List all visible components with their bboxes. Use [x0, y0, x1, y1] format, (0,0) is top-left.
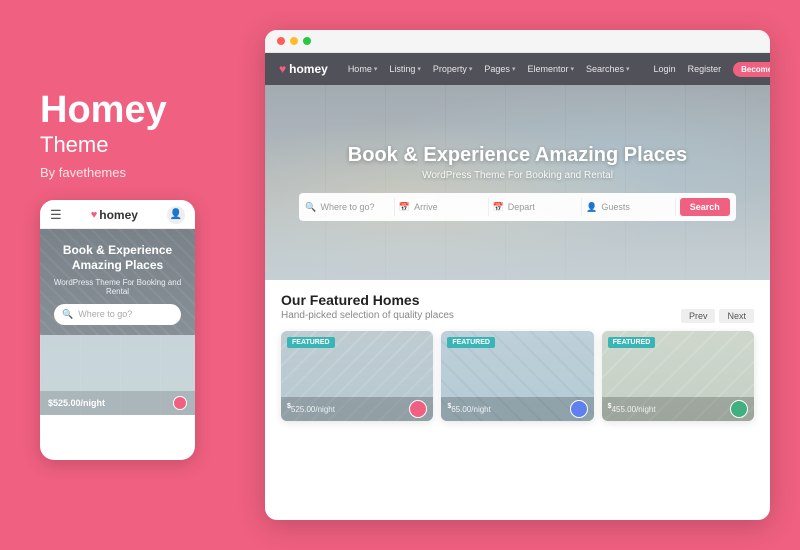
search-arrive-field[interactable]: 📅 Arrive: [399, 198, 489, 216]
featured-badge-2: FEATURED: [447, 337, 495, 348]
properties-row: Prev Next FEATURED $525.00/night: [281, 331, 754, 421]
nav-item-elementor[interactable]: Elementor ▾: [527, 64, 574, 74]
theme-sub: Theme: [40, 132, 240, 158]
search-arrive-placeholder: Arrive: [414, 202, 438, 212]
mobile-hero-sub: WordPress Theme For Booking and Rental: [50, 278, 185, 296]
property-image-1: FEATURED $525.00/night: [281, 331, 433, 421]
desktop-hero-sub: WordPress Theme For Booking and Rental: [422, 170, 613, 181]
desktop-hero: Book & Experience Amazing Places WordPre…: [265, 85, 770, 280]
mobile-logo: ♥ homey: [91, 208, 138, 222]
mobile-mockup: ☰ ♥ homey 👤 Book & Experience Amazing Pl…: [40, 200, 195, 460]
nav-item-searches[interactable]: Searches ▾: [586, 64, 630, 74]
mobile-search-placeholder: Where to go?: [78, 309, 132, 319]
property-price-2: $65.00/night: [447, 403, 491, 415]
nav-item-pages[interactable]: Pages ▾: [484, 64, 515, 74]
minimize-dot: [290, 37, 298, 45]
mobile-price: $525.00/night: [48, 398, 105, 408]
search-depart-placeholder: Depart: [508, 202, 535, 212]
property-card-1[interactable]: FEATURED $525.00/night: [281, 331, 433, 421]
search-guests-placeholder: Guests: [601, 202, 630, 212]
property-avatar-2: [570, 400, 588, 418]
search-icon: 🔍: [305, 202, 316, 213]
close-dot: [277, 37, 285, 45]
calendar-icon: 📅: [493, 202, 504, 213]
nav-item-login[interactable]: Login: [654, 64, 676, 74]
left-panel: Homey Theme By favethemes ☰ ♥ homey 👤 Bo…: [30, 90, 240, 459]
become-host-button[interactable]: Become a Host: [733, 62, 770, 77]
desktop-hero-content: Book & Experience Amazing Places WordPre…: [265, 85, 770, 280]
chevron-down-icon: ▾: [512, 65, 516, 73]
property-price-3: $455.00/night: [608, 403, 656, 415]
mobile-hero-title: Book & Experience Amazing Places: [50, 243, 185, 274]
mobile-user-icon: 👤: [167, 206, 185, 224]
mobile-avatar: [173, 396, 187, 410]
prev-button[interactable]: Prev: [681, 309, 716, 323]
featured-badge-3: FEATURED: [608, 337, 656, 348]
mobile-search-bar[interactable]: 🔍 Where to go?: [54, 304, 181, 325]
mobile-top-bar: ☰ ♥ homey 👤: [40, 200, 195, 229]
desktop-hero-title: Book & Experience Amazing Places: [348, 144, 687, 167]
section-title: Our Featured Homes: [281, 292, 754, 308]
property-price-bar-2: $65.00/night: [441, 397, 593, 421]
desktop-content: Our Featured Homes Hand-picked selection…: [265, 280, 770, 433]
chevron-down-icon: ▾: [374, 65, 378, 73]
user-icon: 👤: [586, 202, 597, 213]
mobile-property-strip: $525.00/night: [40, 335, 195, 415]
nav-item-property[interactable]: Property ▾: [433, 64, 473, 74]
search-guests-field[interactable]: 👤 Guests: [586, 198, 676, 216]
property-image-2: FEATURED $65.00/night: [441, 331, 593, 421]
chevron-down-icon: ▾: [570, 65, 574, 73]
desktop-mockup: ♥ homey Home ▾ Listing ▾ Property ▾ Page…: [265, 30, 770, 520]
desktop-nav-logo: ♥ homey: [279, 62, 328, 76]
search-where-placeholder: Where to go?: [320, 202, 374, 212]
theme-title: Homey: [40, 90, 240, 132]
hero-search-row: 🔍 Where to go? 📅 Arrive 📅 Depart 👤 Guest…: [299, 193, 736, 221]
mobile-hero: Book & Experience Amazing Places WordPre…: [40, 229, 195, 335]
search-where-field[interactable]: 🔍 Where to go?: [305, 198, 395, 216]
property-avatar-3: [730, 400, 748, 418]
calendar-icon: 📅: [399, 202, 410, 213]
search-depart-field[interactable]: 📅 Depart: [493, 198, 583, 216]
property-card-2[interactable]: FEATURED $65.00/night: [441, 331, 593, 421]
property-avatar-1: [409, 400, 427, 418]
heart-icon: ♥: [91, 209, 98, 221]
nav-heart-icon: ♥: [279, 62, 286, 76]
mobile-property-overlay: $525.00/night: [40, 391, 195, 415]
search-icon: 🔍: [62, 309, 73, 320]
desktop-nav: ♥ homey Home ▾ Listing ▾ Property ▾ Page…: [265, 53, 770, 85]
nav-item-register[interactable]: Register: [688, 64, 722, 74]
property-price-1: $525.00/night: [287, 403, 335, 415]
chevron-down-icon: ▾: [626, 65, 630, 73]
next-button[interactable]: Next: [719, 309, 754, 323]
nav-item-home[interactable]: Home ▾: [348, 64, 378, 74]
property-nav-arrows: Prev Next: [681, 309, 754, 323]
nav-item-listing[interactable]: Listing ▾: [389, 64, 421, 74]
desktop-title-bar: [265, 30, 770, 53]
property-image-3: FEATURED $455.00/night: [602, 331, 754, 421]
property-price-bar-1: $525.00/night: [281, 397, 433, 421]
property-card-3[interactable]: FEATURED $455.00/night: [602, 331, 754, 421]
search-button[interactable]: Search: [680, 198, 730, 216]
featured-badge-1: FEATURED: [287, 337, 335, 348]
chevron-down-icon: ▾: [417, 65, 421, 73]
hamburger-icon: ☰: [50, 207, 62, 223]
expand-dot: [303, 37, 311, 45]
property-price-bar-3: $455.00/night: [602, 397, 754, 421]
chevron-down-icon: ▾: [469, 65, 473, 73]
theme-by: By favethemes: [40, 165, 240, 180]
